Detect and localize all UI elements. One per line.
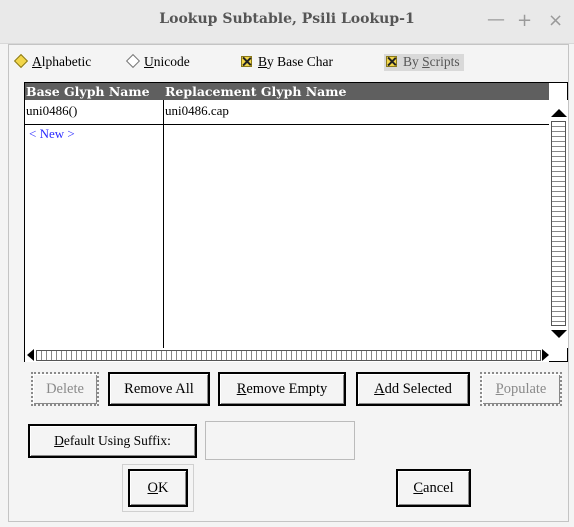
- maximize-icon[interactable]: +: [517, 10, 532, 31]
- by-base-char-mnemonic: B: [258, 54, 268, 69]
- cancel-label: Cancel: [398, 471, 469, 505]
- remove-empty-button[interactable]: Remove Empty: [218, 372, 346, 406]
- alphabetic-label: lphabetic: [41, 54, 92, 69]
- ok-button[interactable]: OK: [128, 469, 188, 507]
- populate-mnemonic: P: [495, 381, 504, 397]
- by-scripts-label: cripts: [429, 54, 460, 69]
- remove-empty-text: emove Empty: [246, 381, 328, 397]
- title-bar: Lookup Subtable, Psili Lookup-1 — + ×: [0, 0, 574, 44]
- remove-empty-label: Remove Empty: [220, 374, 344, 404]
- radio-selected-icon: [13, 53, 29, 69]
- add-selected-mnemonic: A: [374, 381, 385, 397]
- scroll-down-icon[interactable]: [551, 330, 567, 338]
- suffix-input[interactable]: [205, 421, 355, 460]
- add-selected-button[interactable]: Add Selected: [356, 372, 470, 406]
- scroll-left-icon[interactable]: [27, 349, 34, 361]
- alphabetic-mnemonic: A: [32, 54, 42, 69]
- cancel-button[interactable]: Cancel: [396, 469, 471, 507]
- by-scripts-prefix: By: [403, 54, 423, 69]
- checkbox-checked-icon: [241, 56, 252, 67]
- new-row-cell[interactable]: < New >: [29, 126, 75, 142]
- default-suffix-text: efault Using Suffix:: [63, 433, 171, 448]
- scroll-up-icon[interactable]: [551, 109, 567, 117]
- by-base-char-label: y Base Char: [267, 54, 333, 69]
- scroll-right-icon[interactable]: [542, 349, 549, 361]
- default-using-suffix-button[interactable]: Default Using Suffix:: [28, 424, 197, 458]
- row-divider: [25, 124, 549, 125]
- by-base-char-checkbox[interactable]: By Base Char: [241, 54, 333, 70]
- minimize-icon[interactable]: —: [487, 9, 505, 30]
- populate-text: opulate: [503, 381, 547, 397]
- table-header: Base Glyph Name Replacement Glyph Name: [25, 83, 549, 100]
- checkbox-checked-icon: [386, 56, 397, 67]
- column-divider: [163, 100, 164, 348]
- vertical-scroll-track[interactable]: [551, 121, 566, 326]
- add-selected-text: dd Selected: [384, 381, 452, 397]
- remove-all-label: Remove All: [124, 381, 194, 397]
- close-icon[interactable]: ×: [548, 10, 563, 31]
- populate-button[interactable]: Populate: [480, 372, 562, 406]
- add-selected-label: Add Selected: [358, 374, 468, 404]
- unicode-label: nicode: [153, 54, 190, 69]
- alphabetic-radio[interactable]: Alphabetic: [13, 53, 92, 70]
- populate-label: Populate: [482, 374, 560, 404]
- delete-label: Delete: [46, 381, 84, 397]
- unicode-radio[interactable]: Unicode: [125, 53, 190, 70]
- ok-label: OK: [130, 471, 186, 505]
- default-suffix-mnemonic: D: [54, 433, 64, 448]
- table-cell-replacement[interactable]: uni0486.cap: [165, 103, 229, 119]
- delete-button[interactable]: Delete: [31, 372, 99, 406]
- vertical-scrollbar[interactable]: [549, 100, 568, 348]
- cancel-mnemonic: C: [413, 480, 424, 496]
- column-header-replacement[interactable]: Replacement Glyph Name: [165, 84, 346, 99]
- horizontal-scrollbar[interactable]: [25, 348, 549, 362]
- unicode-mnemonic: U: [144, 54, 154, 69]
- column-header-base[interactable]: Base Glyph Name: [26, 84, 150, 99]
- default-suffix-label: Default Using Suffix:: [30, 426, 195, 456]
- substitution-table[interactable]: Base Glyph Name Replacement Glyph Name u…: [24, 82, 568, 362]
- ok-mnemonic: O: [147, 480, 158, 496]
- cancel-text: ancel: [423, 480, 454, 496]
- remove-all-button[interactable]: Remove All: [108, 372, 210, 406]
- table-cell-base[interactable]: uni0486(): [26, 103, 77, 119]
- by-scripts-checkbox[interactable]: By Scripts: [384, 54, 464, 71]
- radio-unselected-icon: [125, 53, 141, 69]
- horizontal-scroll-track[interactable]: [36, 350, 541, 361]
- ok-text: K: [158, 480, 169, 496]
- remove-empty-mnemonic: R: [236, 381, 247, 397]
- by-scripts-mnemonic: S: [422, 54, 430, 69]
